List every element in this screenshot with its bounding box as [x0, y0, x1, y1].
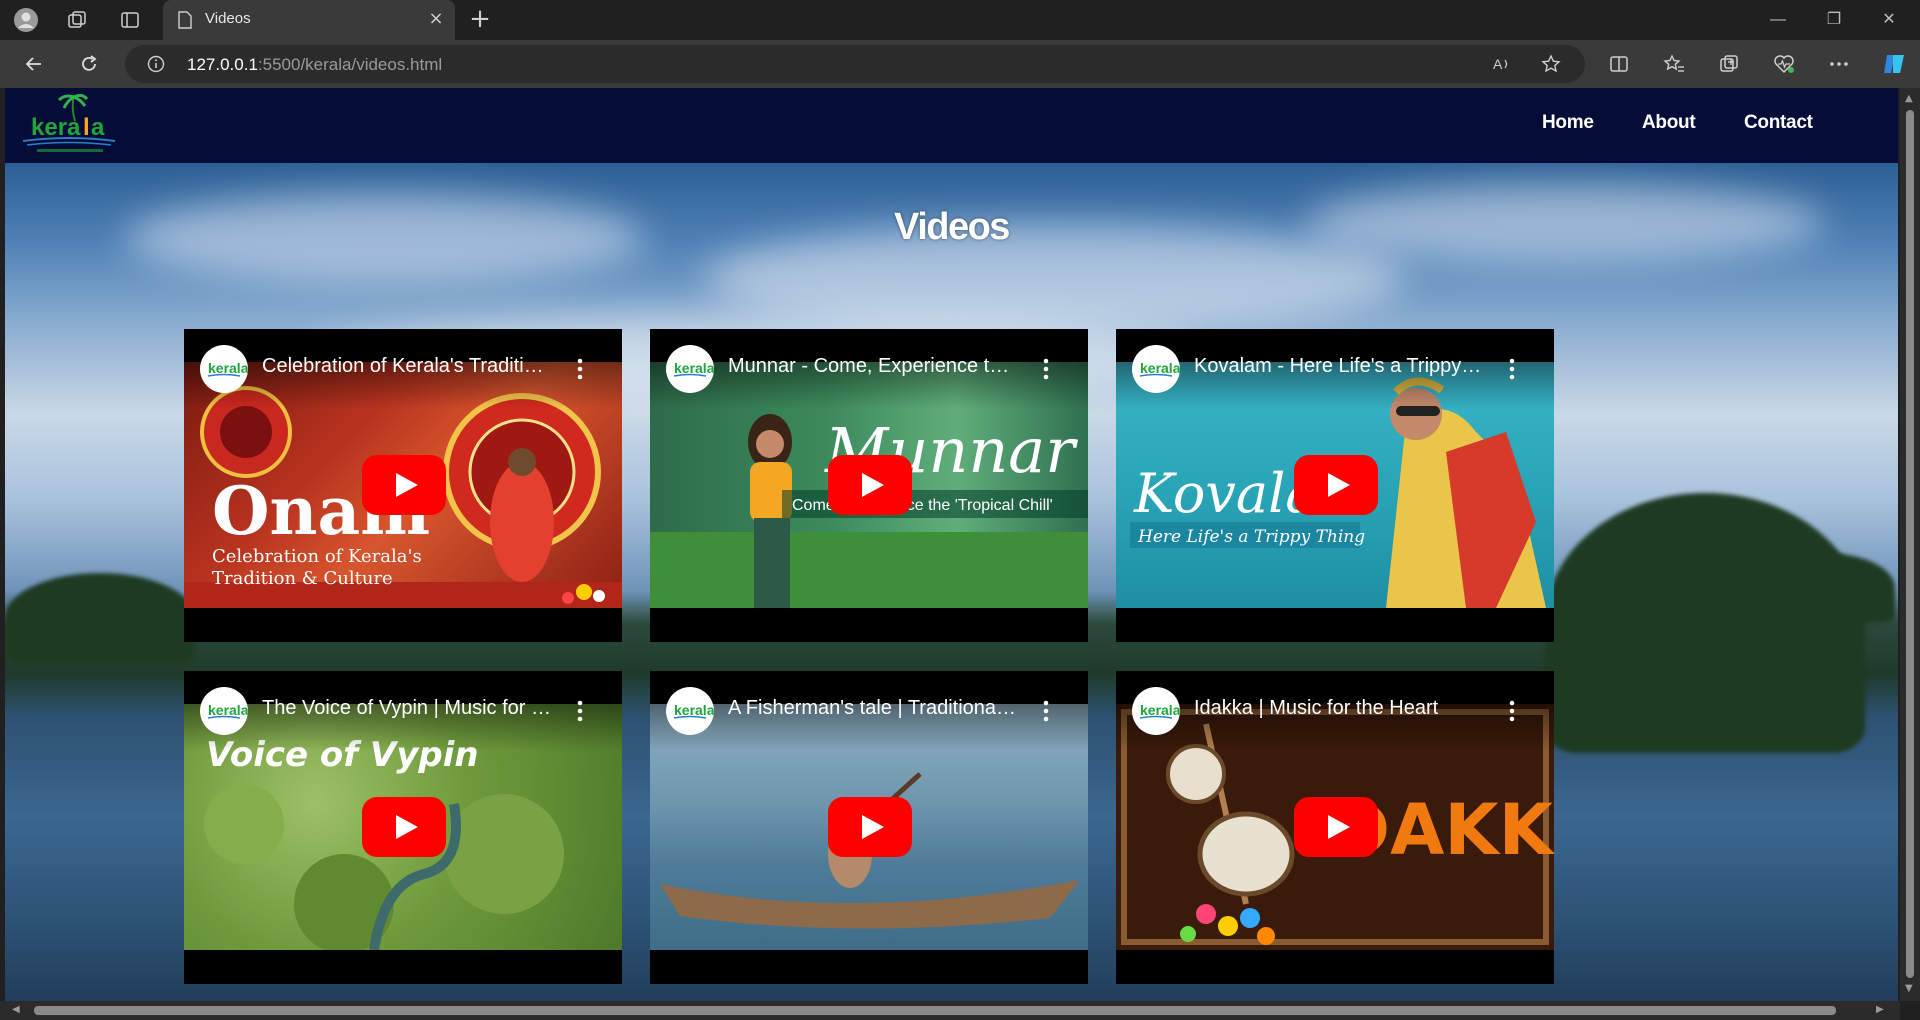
svg-text:A: A: [1493, 56, 1503, 72]
close-window-icon[interactable]: ✕: [1877, 8, 1901, 32]
video-card[interactable]: Voice of Vypin kerala The Voice of Vypin…: [184, 671, 622, 984]
restore-icon[interactable]: ❐: [1822, 8, 1846, 32]
youtube-play-icon[interactable]: [828, 455, 912, 515]
nav-about-link[interactable]: About: [1642, 112, 1696, 134]
svg-text:kerala: kerala: [208, 360, 248, 376]
video-header: kerala Kovalam - Here Life's a Trippy Th…: [1116, 329, 1554, 409]
scroll-left-icon[interactable]: ◀: [12, 1005, 20, 1015]
scroll-right-icon[interactable]: ▶: [1876, 1005, 1884, 1015]
site-navbar: kera l a Home About Contact: [5, 88, 1898, 163]
vertical-scrollbar[interactable]: ▲ ▼: [1900, 88, 1920, 1001]
more-vert-icon[interactable]: [1036, 357, 1056, 381]
scroll-up-icon[interactable]: ▲: [1905, 94, 1913, 104]
video-header: kerala The Voice of Vypin | Music for th…: [184, 671, 622, 751]
youtube-play-icon[interactable]: [1294, 797, 1378, 857]
horizontal-scrollbar[interactable]: ◀ ▶: [0, 1001, 1900, 1020]
favorite-star-icon[interactable]: [1541, 54, 1561, 74]
video-title[interactable]: Idakka | Music for the Heart: [1194, 697, 1484, 720]
video-header: kerala A Fisherman's tale | Traditional …: [650, 671, 1088, 751]
channel-avatar[interactable]: kerala: [666, 687, 714, 735]
svg-text:kerala: kerala: [674, 360, 714, 376]
svg-text:a: a: [91, 114, 105, 141]
collections-toolbar-icon[interactable]: [1713, 48, 1745, 80]
svg-text:Tradition & Culture: Tradition & Culture: [212, 568, 393, 589]
youtube-play-icon[interactable]: [362, 455, 446, 515]
url-text[interactable]: 127.0.0.1:5500/kerala/videos.html: [187, 55, 442, 75]
svg-text:Celebration of Kerala's: Celebration of Kerala's: [212, 546, 422, 567]
video-title[interactable]: Munnar - Come, Experience the 'Tropical …: [728, 355, 1018, 378]
channel-avatar[interactable]: kerala: [200, 345, 248, 393]
tab-bar: Videos × + — ❐ ✕: [0, 0, 1920, 40]
channel-avatar[interactable]: kerala: [666, 345, 714, 393]
tab-videos[interactable]: Videos ×: [163, 0, 455, 40]
page-icon: [178, 11, 192, 29]
youtube-play-icon[interactable]: [1294, 455, 1378, 515]
nav-home-link[interactable]: Home: [1542, 112, 1594, 134]
more-vert-icon[interactable]: [1036, 699, 1056, 723]
page-title: Videos: [894, 206, 1010, 248]
more-vert-icon[interactable]: [570, 699, 590, 723]
more-menu-icon[interactable]: [1823, 48, 1855, 80]
browser-essentials-icon[interactable]: [1768, 48, 1800, 80]
more-vert-icon[interactable]: [1502, 699, 1522, 723]
page-viewport: kera l a Home About Contact Videos Onam …: [5, 88, 1898, 1001]
kerala-logo[interactable]: kera l a: [19, 91, 119, 159]
collections-icon[interactable]: [63, 6, 91, 34]
youtube-play-icon[interactable]: [362, 797, 446, 857]
svg-text:Here Life's a Trippy Thing: Here Life's a Trippy Thing: [1137, 527, 1365, 547]
site-info-icon[interactable]: [147, 55, 165, 73]
video-header: kerala Idakka | Music for the Heart: [1116, 671, 1554, 751]
favorites-icon[interactable]: [1658, 48, 1690, 80]
video-header: kerala Munnar - Come, Experience the 'Tr…: [650, 329, 1088, 409]
video-card[interactable]: Onam Celebration of Kerala's Tradition &…: [184, 329, 622, 642]
url-host: 127.0.0.1: [187, 55, 258, 74]
video-title[interactable]: The Voice of Vypin | Music for the Soul: [262, 697, 552, 720]
split-screen-icon[interactable]: [1603, 48, 1635, 80]
tab-actions-icon[interactable]: [116, 6, 144, 34]
close-tab-icon[interactable]: ×: [427, 10, 445, 28]
more-vert-icon[interactable]: [1502, 357, 1522, 381]
svg-text:kerala: kerala: [674, 702, 714, 718]
scroll-down-icon[interactable]: ▼: [1905, 984, 1913, 994]
new-tab-icon[interactable]: +: [466, 6, 494, 34]
video-card[interactable]: IDAKKA kerala Idakka | Music for the Hea…: [1116, 671, 1554, 984]
back-icon[interactable]: [18, 48, 50, 80]
video-card[interactable]: kerala A Fisherman's tale | Traditional …: [650, 671, 1088, 984]
copilot-icon[interactable]: [1878, 48, 1910, 80]
video-card[interactable]: Kovalam Here Life's a Trippy Thing keral…: [1116, 329, 1554, 642]
read-aloud-icon[interactable]: A: [1493, 55, 1513, 73]
tab-title: Videos: [205, 10, 251, 27]
svg-text:kerala: kerala: [208, 702, 248, 718]
nav-contact-link[interactable]: Contact: [1744, 112, 1813, 134]
svg-text:kerala: kerala: [1140, 702, 1180, 718]
video-title[interactable]: Celebration of Kerala's Tradition & Cult…: [262, 355, 552, 378]
video-title[interactable]: Kovalam - Here Life's a Trippy Thing: [1194, 355, 1484, 378]
profile-icon[interactable]: [12, 6, 40, 34]
channel-avatar[interactable]: kerala: [1132, 687, 1180, 735]
browser-toolbar: 127.0.0.1:5500/kerala/videos.html A: [0, 40, 1920, 88]
video-card[interactable]: Munnar Come, Experience the 'Tropical Ch…: [650, 329, 1088, 642]
svg-text:kerala: kerala: [1140, 360, 1180, 376]
refresh-icon[interactable]: [73, 48, 105, 80]
youtube-play-icon[interactable]: [828, 797, 912, 857]
minimize-icon[interactable]: —: [1766, 8, 1790, 32]
url-path: :5500/kerala/videos.html: [257, 55, 443, 74]
horizontal-scroll-thumb[interactable]: [34, 1006, 1836, 1015]
svg-text:kera: kera: [31, 114, 81, 141]
more-vert-icon[interactable]: [570, 357, 590, 381]
vertical-scroll-thumb[interactable]: [1906, 110, 1914, 978]
channel-avatar[interactable]: kerala: [1132, 345, 1180, 393]
address-bar[interactable]: 127.0.0.1:5500/kerala/videos.html A: [125, 45, 1585, 83]
video-title[interactable]: A Fisherman's tale | Traditional Kerala: [728, 697, 1018, 720]
svg-text:l: l: [83, 114, 90, 141]
channel-avatar[interactable]: kerala: [200, 687, 248, 735]
video-header: kerala Celebration of Kerala's Tradition…: [184, 329, 622, 409]
browser-chrome: Videos × + — ❐ ✕ 127.0.0.1:5500/kerala/v…: [0, 0, 1920, 88]
